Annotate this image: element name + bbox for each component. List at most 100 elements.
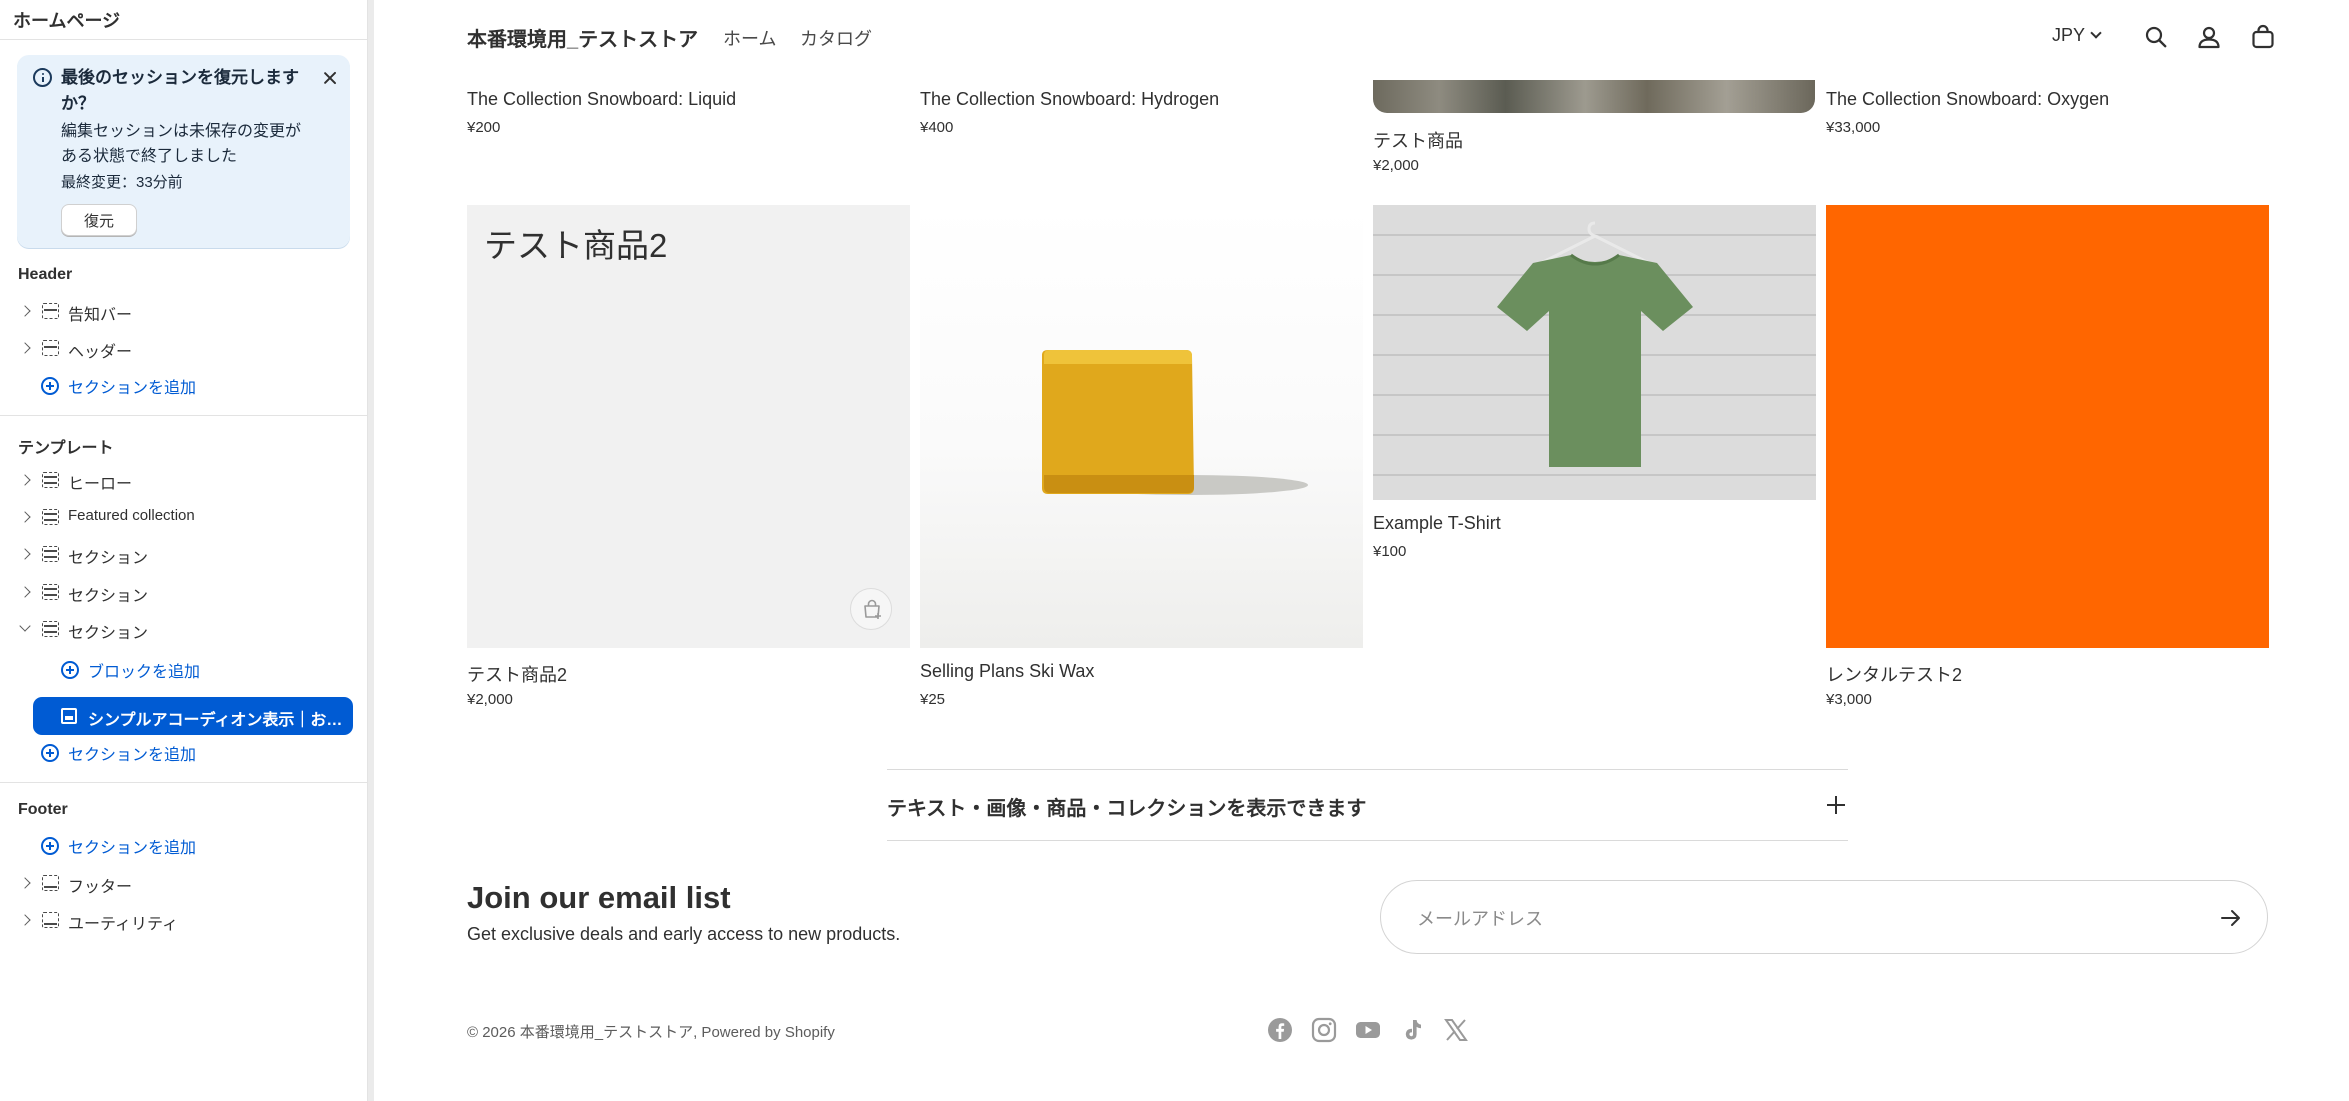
tree-item-announcement-bar[interactable]: 告知バー <box>0 293 368 329</box>
tree-item-label: セクション <box>68 625 149 642</box>
chevron-right-icon[interactable] <box>19 511 31 523</box>
add-block-link[interactable]: ブロックを追加 <box>61 655 200 685</box>
plus-icon[interactable] <box>1827 796 1845 814</box>
product-price: ¥200 <box>467 119 501 136</box>
facebook-icon[interactable] <box>1267 1017 1293 1043</box>
product-image-rental[interactable] <box>1826 205 2269 648</box>
template-group-heading: テンプレート <box>18 440 114 457</box>
chevron-right-icon[interactable] <box>19 586 31 598</box>
add-block-label: ブロックを追加 <box>88 664 201 681</box>
store-header: 本番環境用_テストストア ホーム カタログ JPY <box>374 0 2349 76</box>
tree-item-header[interactable]: ヘッダー <box>0 330 368 366</box>
cart-icon[interactable] <box>2250 24 2276 50</box>
section-icon <box>42 303 59 319</box>
storefront-preview: The Collection Snowboard: Liquid ¥200 Th… <box>374 0 2349 1101</box>
chevron-right-icon[interactable] <box>19 548 31 560</box>
product-price: ¥2,000 <box>467 691 513 708</box>
wax-image <box>1042 350 1308 495</box>
search-icon[interactable] <box>2143 24 2169 50</box>
tree-item-label: ヘッダー <box>68 344 133 361</box>
chevron-down-icon[interactable] <box>19 620 31 632</box>
tree-item-featured-collection[interactable]: Featured collection <box>0 499 368 535</box>
tree-item-label: ヒーロー <box>68 476 133 493</box>
currency-selector[interactable]: JPY <box>2052 25 2102 46</box>
x-icon[interactable] <box>1443 1017 1469 1043</box>
section-icon <box>42 621 59 637</box>
product-image-ski-wax[interactable] <box>920 205 1363 648</box>
product-price: ¥2,000 <box>1373 157 1419 174</box>
product-title[interactable]: The Collection Snowboard: Oxygen <box>1826 89 2109 110</box>
section-icon <box>42 912 59 928</box>
arrow-right-icon[interactable] <box>2219 906 2243 930</box>
nav-link-home[interactable]: ホーム <box>723 25 776 51</box>
tree-item-section-1[interactable]: セクション <box>0 536 368 572</box>
restore-banner-title: 最後のセッションを復元しますか？ <box>61 68 299 113</box>
product-image-placeholder[interactable]: テスト商品2 <box>467 205 910 648</box>
nav-link-catalog[interactable]: カタログ <box>800 25 872 51</box>
accordion-item[interactable]: テキスト・画像・商品・コレクションを表示できます <box>887 769 1848 841</box>
header-group-heading: Header <box>18 266 73 283</box>
product-title[interactable]: テスト商品 <box>1373 127 1463 153</box>
account-icon[interactable] <box>2196 24 2222 50</box>
chevron-right-icon[interactable] <box>19 877 31 889</box>
product-title[interactable]: Example T-Shirt <box>1373 513 1501 534</box>
tree-item-label: セクション <box>68 588 149 605</box>
section-icon <box>42 472 59 488</box>
currency-label: JPY <box>2052 25 2086 45</box>
restore-button[interactable]: 復元 <box>61 204 137 236</box>
product-title[interactable]: The Collection Snowboard: Hydrogen <box>920 89 1219 110</box>
chevron-right-icon[interactable] <box>19 342 31 354</box>
chevron-right-icon[interactable] <box>19 305 31 317</box>
tree-item-label: 告知バー <box>68 307 133 324</box>
chevron-down-icon <box>2090 27 2102 39</box>
section-icon <box>42 509 59 525</box>
tree-item-section-2[interactable]: セクション <box>0 574 368 610</box>
tshirt-image <box>1373 205 1816 500</box>
product-title[interactable]: テスト商品2 <box>467 661 567 687</box>
tree-item-hero[interactable]: ヒーロー <box>0 462 368 498</box>
plus-circle-icon <box>41 837 59 855</box>
tree-item-label: セクション <box>68 550 149 567</box>
section-icon <box>42 875 59 891</box>
tree-item-section-3[interactable]: セクション <box>0 611 368 647</box>
quick-add-button[interactable] <box>850 588 892 630</box>
section-icon <box>42 546 59 562</box>
section-icon <box>42 340 59 356</box>
add-section-label: セクションを追加 <box>68 747 197 764</box>
tree-item-utility[interactable]: ユーティリティ <box>0 902 368 938</box>
restore-session-banner: 最後のセッションを復元しますか？ 編集セッションは未保存の変更がある状態で終了し… <box>17 55 350 248</box>
add-section-link-footer[interactable]: セクションを追加 <box>41 831 196 861</box>
add-section-link-template[interactable]: セクションを追加 <box>41 738 196 768</box>
product-image-tshirt[interactable] <box>1373 205 1816 500</box>
youtube-icon[interactable] <box>1355 1017 1381 1043</box>
bag-plus-icon <box>864 599 881 619</box>
product-title[interactable]: The Collection Snowboard: Liquid <box>467 89 736 110</box>
accordion-title: テキスト・画像・商品・コレクションを表示できます <box>887 798 1367 820</box>
add-section-link-header[interactable]: セクションを追加 <box>41 371 196 401</box>
email-signup-subtitle: Get exclusive deals and early access to … <box>467 924 901 944</box>
product-title[interactable]: Selling Plans Ski Wax <box>920 661 1094 682</box>
chevron-right-icon[interactable] <box>19 914 31 926</box>
instagram-icon[interactable] <box>1311 1017 1337 1043</box>
block-icon <box>61 708 77 724</box>
restore-banner-body: 編集セッションは未保存の変更がある状態で終了しました <box>61 123 302 165</box>
chevron-right-icon[interactable] <box>19 474 31 486</box>
email-input[interactable]: メールアドレス <box>1380 880 2268 954</box>
selected-block-accordion[interactable]: シンプルアコーディオン表示｜お手... <box>33 697 353 735</box>
placeholder-text: テスト商品2 <box>484 227 668 264</box>
product-title[interactable]: レンタルテスト2 <box>1826 661 1962 687</box>
product-image-test[interactable] <box>1373 80 1815 113</box>
last-changed-text: 最終変更：33分前 <box>61 174 183 191</box>
product-price: ¥100 <box>1373 543 1407 560</box>
section-icon <box>42 584 59 600</box>
tiktok-icon[interactable] <box>1399 1017 1425 1043</box>
page-title: ホームページ <box>13 11 121 31</box>
plus-circle-icon <box>61 661 79 679</box>
plus-circle-icon <box>41 377 59 395</box>
tree-item-footer[interactable]: フッター <box>0 865 368 901</box>
close-icon[interactable] <box>317 65 343 91</box>
footer-group-heading: Footer <box>18 801 68 818</box>
product-price: ¥33,000 <box>1826 119 1881 136</box>
store-logo-text[interactable]: 本番環境用_テストストア <box>467 23 698 52</box>
add-section-label: セクションを追加 <box>68 380 197 397</box>
